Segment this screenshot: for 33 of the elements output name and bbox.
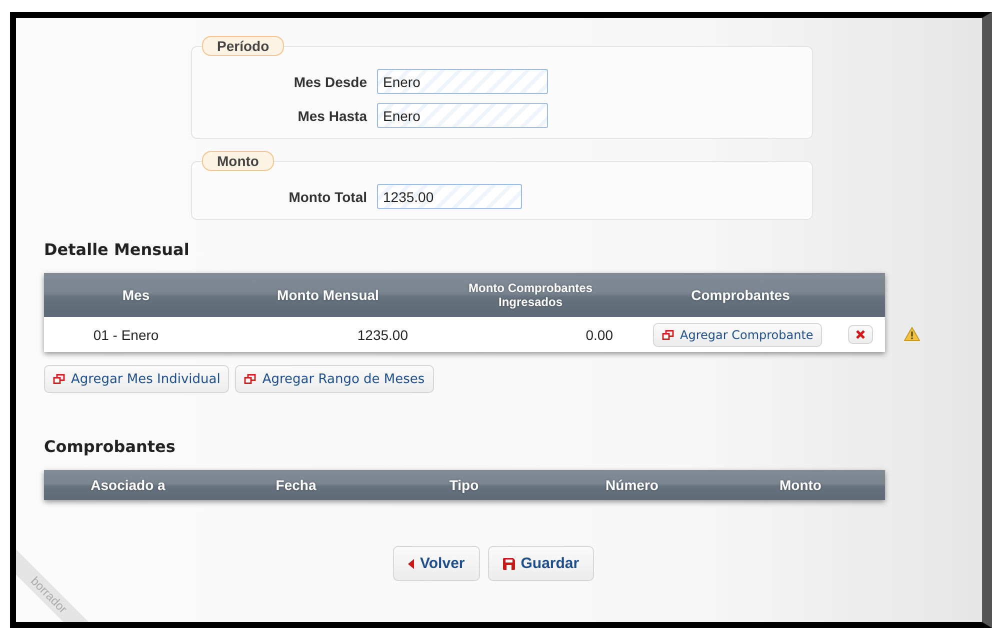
table-cell-text: 1235.00 <box>356 326 409 342</box>
section-legend: Período <box>202 36 284 56</box>
section-heading: Comprobantes <box>44 437 176 456</box>
field-label: Mes Hasta <box>296 108 367 124</box>
column-header: Monto <box>778 477 822 493</box>
section-legend: Monto <box>202 151 274 171</box>
windows-icon <box>244 374 256 384</box>
save-button[interactable]: Guardar <box>488 546 594 581</box>
table-cell-text: 01 - Enero <box>92 326 160 342</box>
table-cell-text: 0.00 <box>584 326 614 342</box>
delete-button[interactable] <box>848 325 873 344</box>
add-voucher-button[interactable]: Agregar Comprobante <box>653 322 822 346</box>
field-label: Monto Total <box>288 188 367 204</box>
column-header: Número <box>604 477 660 493</box>
column-header: Comprobantes <box>690 287 791 303</box>
add-button[interactable]: Agregar Mes Individual <box>44 365 230 393</box>
column-header: Monto Mensual <box>276 287 380 303</box>
input-field[interactable]: Enero <box>377 103 548 128</box>
back-button[interactable]: Volver <box>393 546 480 581</box>
windows-icon <box>662 330 674 340</box>
input-field[interactable]: Enero <box>377 69 548 94</box>
add-button[interactable]: Agregar Rango de Meses <box>235 365 434 393</box>
close-icon <box>856 330 865 339</box>
windows-icon <box>53 374 65 384</box>
section-heading: Detalle Mensual <box>44 240 190 259</box>
column-header: Mes <box>121 287 151 303</box>
input-field[interactable]: 1235.00 <box>377 184 522 209</box>
caret-left-icon <box>408 558 414 568</box>
column-header: Tipo <box>448 477 480 493</box>
column-header: Asociado a <box>90 477 166 493</box>
column-header: Fecha <box>274 477 318 493</box>
field-label: Mes Desde <box>292 74 367 90</box>
column-header: Monto Comprobantes Ingresados <box>468 281 594 309</box>
